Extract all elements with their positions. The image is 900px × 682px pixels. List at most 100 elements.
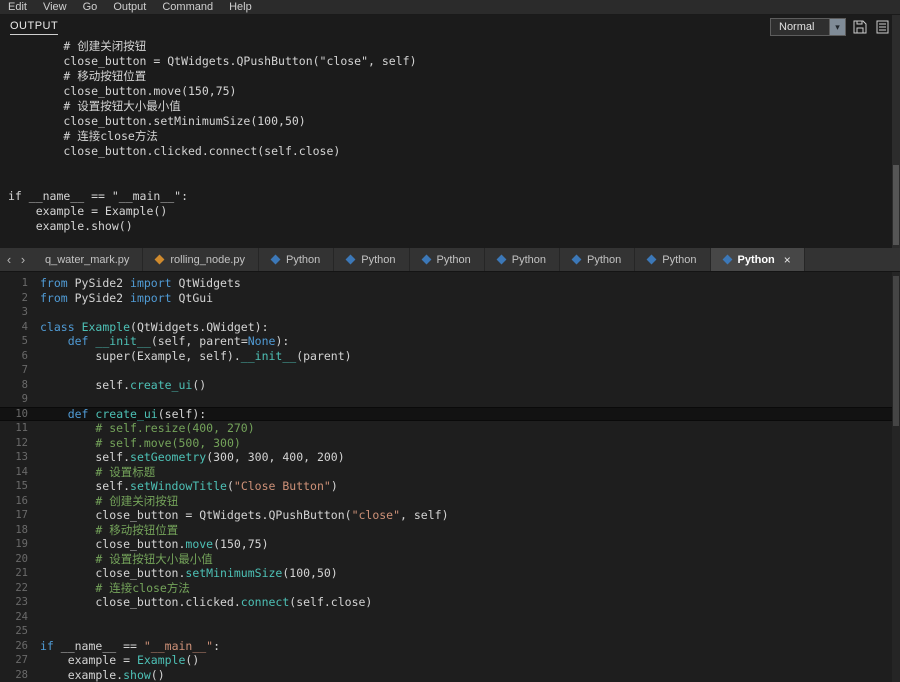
code-line-27[interactable]: 27 example = Example() (0, 653, 900, 668)
file-type-diamond-icon (345, 254, 356, 265)
code-line-23[interactable]: 23 close_button.clicked.connect(self.clo… (0, 595, 900, 610)
code-line-19[interactable]: 19 close_button.move(150,75) (0, 537, 900, 552)
file-type-diamond-icon (646, 254, 657, 265)
log-document-icon[interactable] (874, 19, 890, 35)
menu-help[interactable]: Help (229, 0, 252, 15)
tab-label: Python (286, 253, 321, 266)
code-line-3[interactable]: 3 (0, 305, 900, 320)
code-text: example = Example() (40, 653, 200, 667)
code-text: close_button.clicked.connect(self.close) (40, 595, 373, 609)
code-line-4[interactable]: 4 class Example(QtWidgets.QWidget): (0, 320, 900, 335)
tab-label: rolling_node.py (170, 253, 245, 266)
menu-go[interactable]: Go (83, 0, 98, 15)
menu-edit[interactable]: Edit (8, 0, 27, 15)
tab-8-python[interactable]: Python × (710, 248, 805, 271)
line-number: 8 (21, 378, 28, 391)
code-text: close_button = QtWidgets.QPushButton("cl… (40, 508, 449, 522)
chevron-down-icon[interactable]: ▾ (829, 19, 845, 35)
close-icon[interactable]: × (784, 253, 791, 267)
code-line-13[interactable]: 13 self.setGeometry(300, 300, 400, 200) (0, 450, 900, 465)
menu-view[interactable]: View (43, 0, 67, 15)
code-line-28[interactable]: 28 example.show() (0, 668, 900, 682)
tab-5-python[interactable]: Python (485, 248, 560, 271)
line-number: 13 (15, 451, 28, 463)
tab-2-python[interactable]: Python (259, 248, 335, 271)
code-line-21[interactable]: 21 close_button.setMinimumSize(100,50) (0, 566, 900, 581)
code-line-11[interactable]: 11 # self.resize(400, 270) (0, 421, 900, 436)
file-type-diamond-icon (571, 254, 582, 265)
tab-3-python[interactable]: Python (334, 248, 410, 271)
code-line-16[interactable]: 16 # 创建关闭按钮 (0, 494, 900, 509)
code-line-26[interactable]: 26 if __name__ == "__main__": (0, 639, 900, 654)
line-number: 5 (21, 335, 28, 347)
tab-4-python[interactable]: Python (410, 248, 485, 271)
code-line-1[interactable]: 1 from PySide2 import QtWidgets (0, 276, 900, 291)
output-panel: OUTPUT Normal ▾ # 创建关闭按钮 close_button = … (0, 15, 900, 248)
code-text: from PySide2 import QtWidgets (40, 276, 241, 290)
output-scrollbar[interactable] (892, 15, 900, 248)
code-text: # self.resize(400, 270) (95, 421, 255, 435)
tab-0-q-water-mark-py[interactable]: q_water_mark.py (32, 248, 144, 271)
tab-label: Python (361, 253, 396, 266)
line-number: 25 (15, 625, 28, 637)
code-text: close_button.move(150,75) (40, 537, 269, 551)
line-number: 23 (15, 596, 28, 608)
code-text: # 创建关闭按钮 (95, 493, 179, 508)
editor-scrollbar-thumb[interactable] (893, 276, 899, 426)
code-editor[interactable]: 1 from PySide2 import QtWidgets 2 from PySi… (0, 272, 900, 682)
code-line-9[interactable]: 9 (0, 392, 900, 407)
line-number: 14 (15, 465, 28, 478)
editor-scrollbar[interactable] (892, 272, 900, 682)
line-number: 11 (15, 422, 28, 434)
tab-bar: ‹ › q_water_mark.py rolling_node.py Python… (0, 248, 900, 272)
output-scrollbar-thumb[interactable] (893, 165, 899, 245)
code-line-24[interactable]: 24 (0, 610, 900, 625)
code-line-25[interactable]: 25 (0, 624, 900, 639)
mode-dropdown[interactable]: Normal ▾ (770, 18, 846, 36)
code-line-2[interactable]: 2 from PySide2 import QtGui (0, 291, 900, 306)
code-text: # 连接close方法 (95, 580, 190, 595)
tab-6-python[interactable]: Python (560, 248, 636, 271)
code-line-10[interactable]: 10 def create_ui(self): (0, 406, 900, 421)
line-number: 10 (15, 407, 28, 420)
code-line-15[interactable]: 15 self.setWindowTitle("Close Button") (0, 479, 900, 494)
code-line-20[interactable]: 20 # 设置按钮大小最小值 (0, 552, 900, 567)
tab-label: Python (587, 253, 622, 266)
tab-1-rolling-node-py[interactable]: rolling_node.py (143, 248, 259, 271)
code-text: # 设置按钮大小最小值 (95, 551, 213, 566)
mode-dropdown-value: Normal (779, 21, 815, 33)
code-line-8[interactable]: 8 self.create_ui() (0, 378, 900, 393)
code-text: super(Example, self).__init__(parent) (40, 348, 352, 363)
code-text: self.setWindowTitle("Close Button") (40, 479, 338, 493)
code-line-22[interactable]: 22 # 连接close方法 (0, 581, 900, 596)
code-line-7[interactable]: 7 (0, 363, 900, 378)
chevron-left-icon[interactable]: ‹ (4, 249, 14, 271)
line-number: 2 (21, 291, 28, 304)
code-line-14[interactable]: 14 # 设置标题 (0, 465, 900, 480)
line-number: 26 (15, 639, 28, 652)
code-line-18[interactable]: 18 # 移动按钮位置 (0, 523, 900, 538)
menu-command[interactable]: Command (162, 0, 213, 15)
tab-scroll-arrows: ‹ › (0, 248, 32, 271)
tab-label: Python (511, 253, 546, 266)
code-text: self.setGeometry(300, 300, 400, 200) (40, 450, 345, 464)
code-line-17[interactable]: 17 close_button = QtWidgets.QPushButton(… (0, 508, 900, 523)
menu-output[interactable]: Output (113, 0, 146, 15)
code-text: example.show() (40, 667, 165, 682)
line-number: 28 (15, 668, 28, 681)
code-line-5[interactable]: 5 def __init__(self, parent=None): (0, 334, 900, 349)
line-number: 20 (15, 552, 28, 565)
save-icon[interactable] (852, 19, 868, 35)
file-type-diamond-icon (421, 254, 431, 265)
code-line-6[interactable]: 6 super(Example, self).__init__(parent) (0, 349, 900, 364)
chevron-right-icon[interactable]: › (18, 249, 28, 271)
line-number: 16 (15, 494, 28, 507)
code-text: from PySide2 import QtGui (40, 290, 214, 305)
code-text: # 设置标题 (95, 464, 156, 479)
code-text: self.create_ui() (40, 377, 207, 392)
line-number: 22 (15, 581, 28, 594)
code-line-12[interactable]: 12 # self.move(500, 300) (0, 436, 900, 451)
line-number: 21 (15, 567, 28, 579)
tab-7-python[interactable]: Python (635, 248, 711, 271)
tab-label: q_water_mark.py (45, 253, 130, 266)
